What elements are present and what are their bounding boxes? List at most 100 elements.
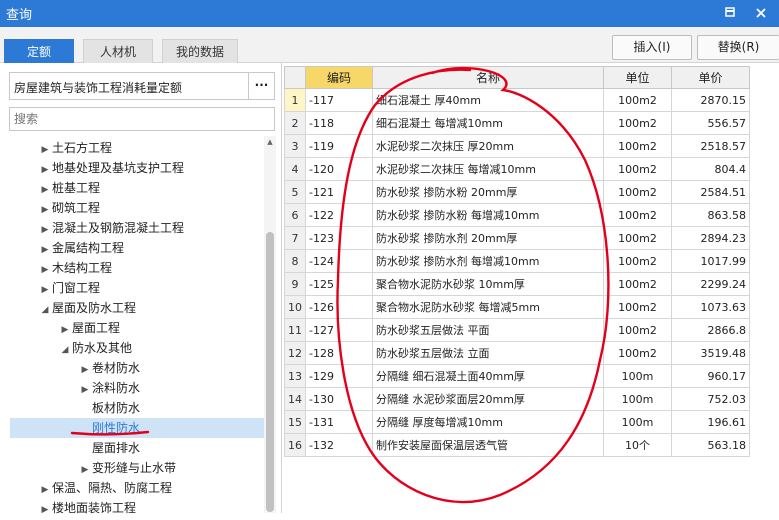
row-index: 16: [284, 433, 306, 457]
row-index: 1: [284, 88, 306, 112]
price-cell: 196.61: [671, 410, 750, 434]
tree-node[interactable]: ▶ 桩基工程: [38, 178, 100, 198]
unit-cell: 100m2: [603, 111, 672, 135]
collapsed-arrow-icon[interactable]: ▶: [38, 220, 52, 240]
code-cell: -119: [305, 134, 373, 158]
table-row[interactable]: 15 -131 分隔缝 厚度每增减10mm 100m 196.61: [284, 410, 750, 434]
tree-node[interactable]: ▶ 金属结构工程: [38, 238, 124, 258]
collapsed-arrow-icon[interactable]: ▶: [38, 260, 52, 280]
collapsed-arrow-icon[interactable]: ▶: [38, 160, 52, 180]
collapsed-arrow-icon[interactable]: ▶: [78, 360, 92, 380]
table-row[interactable]: 2 -118 细石混凝土 每增减10mm 100m2 556.57: [284, 111, 750, 135]
code-cell: -122: [305, 203, 373, 227]
tree-scrollbar[interactable]: ▲: [264, 136, 276, 513]
row-index: 13: [284, 364, 306, 388]
tree-node[interactable]: ▶ 地基处理及基坑支护工程: [38, 158, 184, 178]
table-row[interactable]: 12 -128 防水砂浆五层做法 立面 100m2 3519.48: [284, 341, 750, 365]
table-row[interactable]: 11 -127 防水砂浆五层做法 平面 100m2 2866.8: [284, 318, 750, 342]
scroll-up-icon[interactable]: ▲: [264, 136, 276, 148]
insert-button[interactable]: 插入(I): [612, 35, 692, 60]
tree-node[interactable]: ▶ 变形缝与止水带: [78, 458, 176, 478]
row-index: 3: [284, 134, 306, 158]
tree-node[interactable]: ▶ 卷材防水: [78, 358, 140, 378]
tree-node[interactable]: ▶ 屋面工程: [58, 318, 120, 338]
table-row[interactable]: 9 -125 聚合物水泥防水砂浆 10mm厚 100m2 2299.24: [284, 272, 750, 296]
code-cell: -130: [305, 387, 373, 411]
tree-node[interactable]: ▶ 木结构工程: [38, 258, 112, 278]
tree-node[interactable]: 屋面排水: [78, 438, 140, 458]
table-row[interactable]: 6 -122 防水砂浆 掺防水粉 每增减10mm 100m2 863.58: [284, 203, 750, 227]
tree-node[interactable]: ▶ 涂料防水: [78, 378, 140, 398]
collapsed-arrow-icon[interactable]: ▶: [38, 180, 52, 200]
header-name[interactable]: 名称: [372, 66, 604, 89]
tab-my-data[interactable]: 我的数据: [162, 39, 238, 63]
search-box[interactable]: [9, 107, 275, 131]
tree-node-label: 板材防水: [92, 401, 141, 415]
code-cell: -125: [305, 272, 373, 296]
replace-button[interactable]: 替换(R): [697, 35, 779, 60]
price-cell: 2870.15: [671, 88, 750, 112]
table-row[interactable]: 4 -120 水泥砂浆二次抹压 每增减10mm 100m2 804.4: [284, 157, 750, 181]
collapsed-arrow-icon[interactable]: ▶: [58, 320, 72, 340]
quota-table: 编码 名称 单位 单价 1 -117 细石混凝土 厚40mm 100m2 2870.15…: [284, 66, 750, 457]
collapsed-arrow-icon[interactable]: ▶: [78, 460, 92, 480]
tree-node[interactable]: 刚性防水: [10, 418, 264, 438]
library-more-button[interactable]: ···: [248, 73, 274, 99]
collapsed-arrow-icon[interactable]: ▶: [38, 140, 52, 160]
pin-icon[interactable]: [722, 6, 738, 22]
table-row[interactable]: 7 -123 防水砂浆 掺防水剂 20mm厚 100m2 2894.23: [284, 226, 750, 250]
header-unit[interactable]: 单位: [603, 66, 672, 89]
tree-node[interactable]: ▶ 砌筑工程: [38, 198, 100, 218]
table-row[interactable]: 16 -132 制作安装屋面保温层透气管 10个 563.18: [284, 433, 750, 457]
tree-node[interactable]: ▶ 混凝土及钢筋混凝土工程: [38, 218, 184, 238]
table-row[interactable]: 13 -129 分隔缝 细石混凝土面40mm厚 100m 960.17: [284, 364, 750, 388]
close-icon[interactable]: [753, 6, 769, 22]
expanded-arrow-icon[interactable]: ◢: [58, 340, 72, 360]
tree-node[interactable]: ▶ 楼地面装饰工程: [38, 498, 136, 518]
collapsed-arrow-icon[interactable]: ▶: [38, 280, 52, 300]
table-row[interactable]: 8 -124 防水砂浆 掺防水剂 每增减10mm 100m2 1017.99: [284, 249, 750, 273]
tree-node[interactable]: ◢ 防水及其他: [58, 338, 132, 358]
panel-divider[interactable]: [281, 63, 282, 513]
tree-node[interactable]: 板材防水: [78, 398, 140, 418]
collapsed-arrow-icon[interactable]: ▶: [38, 480, 52, 500]
name-cell: 细石混凝土 厚40mm: [372, 88, 604, 112]
tree-node[interactable]: ▶ 保温、隔热、防腐工程: [38, 478, 172, 498]
code-cell: -123: [305, 226, 373, 250]
table-row[interactable]: 3 -119 水泥砂浆二次抹压 厚20mm 100m2 2518.57: [284, 134, 750, 158]
tree-node[interactable]: ▶ 土石方工程: [38, 138, 112, 158]
tree-node-label: 土石方工程: [52, 141, 113, 155]
collapsed-arrow-icon[interactable]: ▶: [38, 240, 52, 260]
collapsed-arrow-icon[interactable]: ▶: [78, 380, 92, 400]
header-price[interactable]: 单价: [671, 66, 750, 89]
price-cell: 960.17: [671, 364, 750, 388]
name-cell: 防水砂浆 掺防水剂 每增减10mm: [372, 249, 604, 273]
tree-node-label: 地基处理及基坑支护工程: [52, 161, 185, 175]
code-cell: -117: [305, 88, 373, 112]
tree-node[interactable]: ◢ 屋面及防水工程: [38, 298, 136, 318]
table-row[interactable]: 10 -126 聚合物水泥防水砂浆 每增减5mm 100m2 1073.63: [284, 295, 750, 319]
left-panel: 房屋建筑与装饰工程消耗量定额 ··· ▶土石方工程▶地基处理及基坑支护工程▶桩基…: [0, 63, 282, 515]
table-row[interactable]: 5 -121 防水砂浆 掺防水粉 20mm厚 100m2 2584.51: [284, 180, 750, 204]
search-input[interactable]: [10, 108, 274, 130]
collapsed-arrow-icon[interactable]: ▶: [38, 200, 52, 220]
scrollbar-thumb[interactable]: [266, 232, 274, 512]
library-selector[interactable]: 房屋建筑与装饰工程消耗量定额 ···: [9, 72, 275, 100]
code-cell: -124: [305, 249, 373, 273]
table-row[interactable]: 1 -117 细石混凝土 厚40mm 100m2 2870.15: [284, 88, 750, 112]
expanded-arrow-icon[interactable]: ◢: [38, 300, 52, 320]
tab-materials[interactable]: 人材机: [83, 39, 153, 63]
row-index: 5: [284, 180, 306, 204]
window-titlebar: 查询: [0, 0, 779, 27]
collapsed-arrow-icon[interactable]: ▶: [38, 500, 52, 520]
tree-node[interactable]: ▶ 门窗工程: [38, 278, 100, 298]
price-cell: 804.4: [671, 157, 750, 181]
header-code[interactable]: 编码: [305, 66, 373, 89]
unit-cell: 100m2: [603, 272, 672, 296]
price-cell: 556.57: [671, 111, 750, 135]
table-row[interactable]: 14 -130 分隔缝 水泥砂浆面层20mm厚 100m 752.03: [284, 387, 750, 411]
unit-cell: 100m: [603, 364, 672, 388]
tree-node-label: 保温、隔热、防腐工程: [52, 481, 173, 495]
tab-quota[interactable]: 定额: [4, 39, 74, 63]
name-cell: 制作安装屋面保温层透气管: [372, 433, 604, 457]
